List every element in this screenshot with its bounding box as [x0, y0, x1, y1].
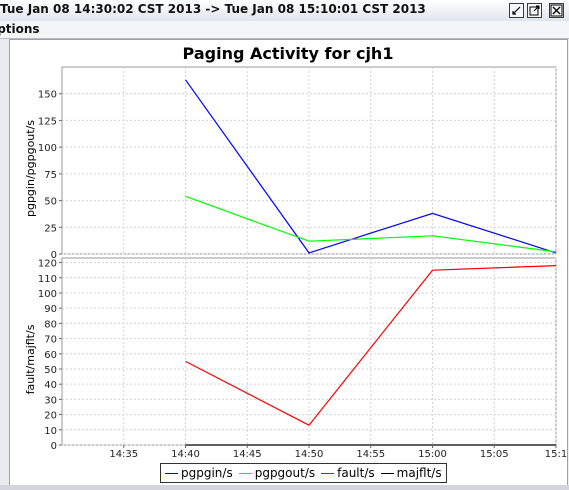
legend-swatch: [165, 472, 178, 474]
chart-legend: pgpgin/s pgpgout/s fault/s majflt/s: [160, 463, 447, 483]
y-tick-label: 25: [44, 223, 57, 234]
y-tick-label: 75: [44, 170, 57, 181]
y-tick-label: 50: [44, 365, 57, 376]
y-axis-label: pgpgin/pgpgout/s: [24, 120, 37, 217]
x-tick-label: 14:45: [233, 449, 262, 460]
x-tick-label: 15:00: [418, 449, 447, 460]
y-tick-label: 125: [38, 116, 57, 127]
y-tick-label: 50: [44, 197, 57, 208]
y-tick-label: 90: [44, 304, 57, 315]
y-tick-label: 100: [38, 289, 57, 300]
legend-swatch: [380, 472, 394, 474]
paging-chart: Paging Activity for cjh1 0 25 50 75 100 125 15…: [24, 44, 567, 460]
legend-label: fault/s: [337, 466, 375, 480]
legend-swatch: [238, 472, 252, 474]
y-tick-label: 0: [51, 441, 57, 452]
y-tick-label: 80: [44, 319, 57, 330]
window-bottom-edge: [0, 485, 569, 490]
legend-item: majflt/s: [380, 466, 442, 480]
legend-item: pgpgout/s: [238, 466, 316, 480]
y-tick-label: 70: [44, 335, 57, 346]
legend-label: pgpgin/s: [181, 466, 233, 480]
x-tick-label: 14:50: [295, 449, 324, 460]
legend-label: majflt/s: [396, 466, 442, 480]
x-tick-label: 15:1: [545, 449, 567, 460]
x-tick-label: 14:35: [109, 449, 138, 460]
y-tick-label: 100: [38, 143, 57, 154]
x-tick-label: 14:40: [171, 449, 200, 460]
y-tick-label: 120: [38, 259, 57, 270]
y-tick-label: 150: [38, 90, 57, 101]
y-axis-label: fault/majflt/s: [24, 324, 37, 394]
legend-item: fault/s: [321, 466, 375, 480]
chart-title: Paging Activity for cjh1: [183, 44, 394, 63]
x-tick-label: 14:55: [356, 449, 385, 460]
x-tick-label: 15:05: [480, 449, 509, 460]
y-tick-label: 30: [44, 395, 57, 406]
y-tick-label: 40: [44, 380, 57, 391]
y-tick-label: 20: [44, 411, 57, 422]
app-window: Tue Jan 08 14:30:02 CST 2013 -> Tue Jan …: [0, 0, 569, 490]
legend-item: pgpgin/s: [165, 466, 233, 480]
legend-label: pgpgout/s: [254, 466, 316, 480]
y-tick-label: 110: [38, 274, 57, 285]
legend-swatch: [321, 472, 335, 474]
y-tick-label: 10: [44, 426, 57, 437]
y-tick-label: 60: [44, 350, 57, 361]
